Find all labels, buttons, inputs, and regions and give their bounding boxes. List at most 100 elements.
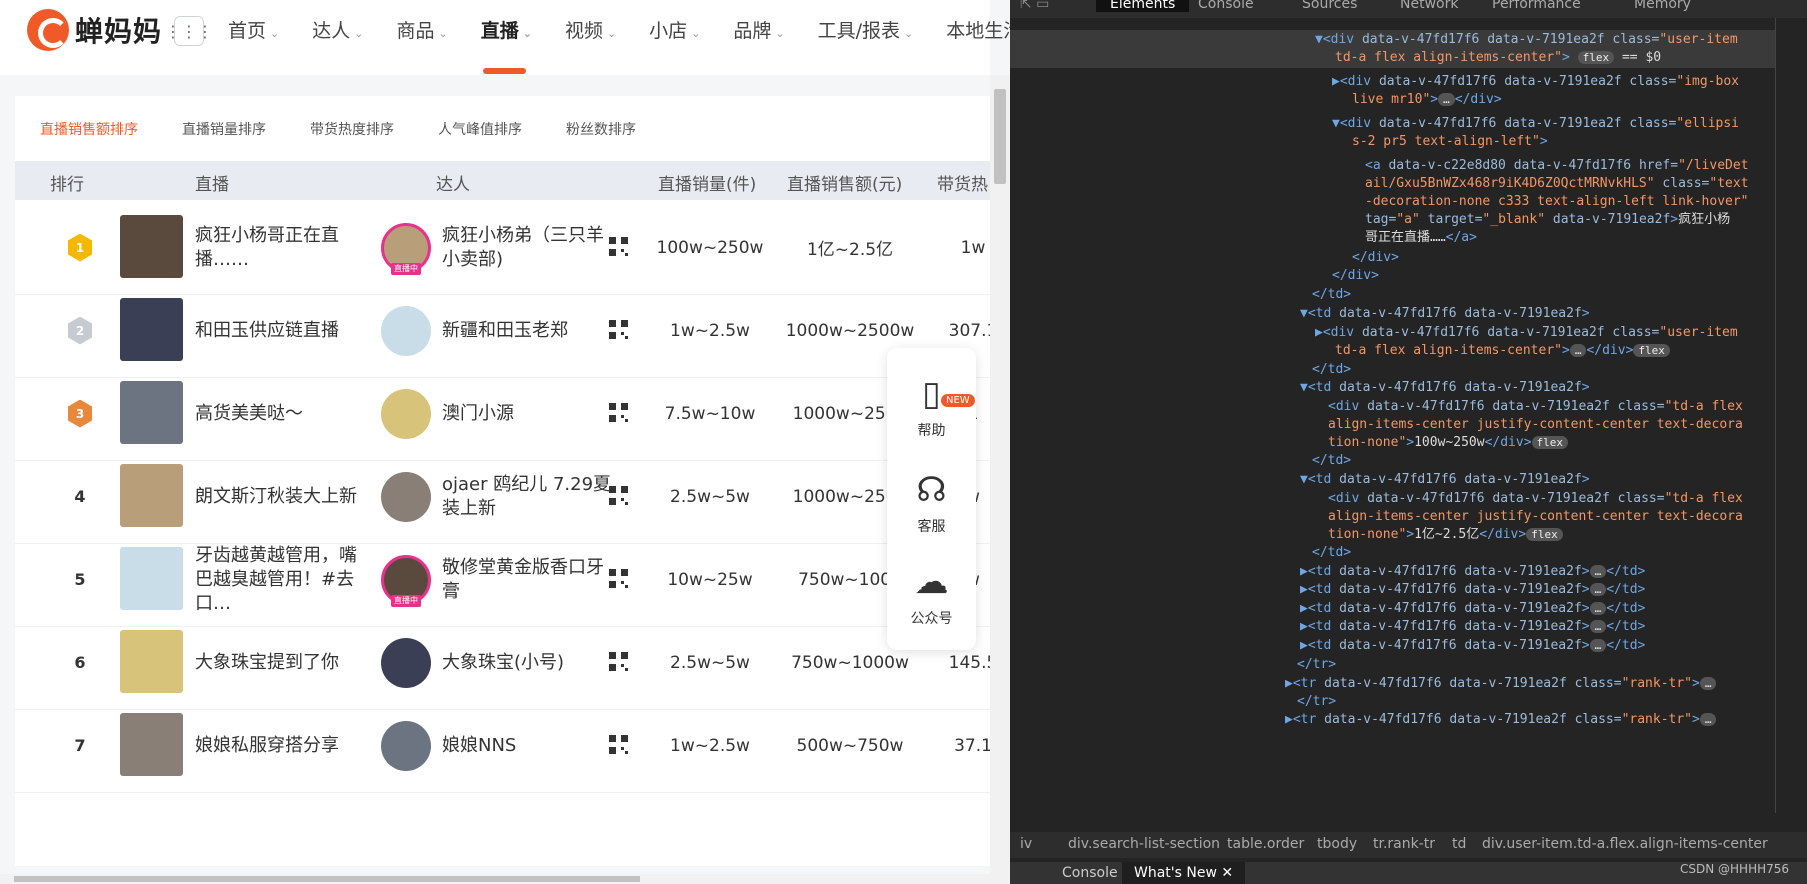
talent-avatar[interactable]: 直播中 [381, 555, 431, 607]
apps-grid-icon[interactable]: ⋮⋮⋮ [165, 16, 213, 46]
nav-talent[interactable]: 达人 ⌄ [312, 16, 363, 43]
qrcode-icon[interactable] [609, 403, 628, 422]
live-title-link[interactable]: 大象珠宝提到了你 [195, 615, 370, 710]
crumb-6[interactable]: div.user-item.td-a.flex.align-items-cent… [1482, 836, 1768, 852]
table-row[interactable]: 5 牙齿越黄越管用，嘴巴越臭越管用！#去口… 直播中 敬修堂黄金版香口牙膏 10… [15, 532, 990, 627]
crumb-2[interactable]: table.order [1227, 836, 1304, 852]
drawer-whats-new[interactable]: What's New ✕ [1122, 862, 1246, 884]
qrcode-icon[interactable] [609, 652, 628, 671]
service-button[interactable]: ☊ 客服 [887, 470, 976, 536]
scroll-thumb[interactable] [994, 89, 1006, 184]
qrcode-icon[interactable] [609, 735, 628, 754]
tab-performance[interactable]: Performance [1492, 0, 1581, 12]
live-cover-image[interactable] [120, 547, 183, 610]
rank-number: 6 [74, 653, 86, 672]
live-cover-image[interactable] [120, 381, 183, 444]
table-row[interactable]: 3 高货美美哒～ 澳门小源 7.5w~10w 1000w~2500 1 [15, 366, 990, 461]
crumb-3[interactable]: tbody [1317, 836, 1357, 852]
avatar [381, 389, 431, 439]
vertical-scrollbar[interactable] [990, 75, 1010, 884]
tab-memory[interactable]: Memory [1634, 0, 1691, 12]
nav-goods[interactable]: 商品 ⌄ [396, 16, 447, 43]
web-page: 蝉妈妈 ⋮⋮⋮ 首页 ⌄ 达人 ⌄ 商品 ⌄ 直播 ⌄ 视频 ⌄ 小店 ⌄ 品牌 ⌄ 工具/报… [0, 0, 1010, 884]
header-live: 直播 [195, 175, 229, 195]
talent-name-link[interactable]: 大象珠宝(小号) [442, 615, 612, 710]
tab-sort-peak[interactable]: 人气峰值排序 [438, 119, 522, 139]
rank-medal-icon: 1 [68, 233, 92, 262]
qrcode-icon[interactable] [609, 569, 628, 588]
crumb-0[interactable]: iv [1020, 836, 1032, 852]
sales-cell: 1w~2.5w [670, 735, 750, 756]
tab-sort-heat[interactable]: 带货热度排序 [310, 119, 394, 139]
tab-sort-amount[interactable]: 直播销售额排序 [40, 119, 138, 139]
nav-local[interactable]: 本地生活⌄ [946, 16, 1010, 43]
dom-tree[interactable]: ▼<div data-v-47fd17f6 data-v-7191ea2f cl… [1010, 18, 1775, 813]
live-title-link[interactable]: 和田玉供应链直播 [195, 283, 370, 378]
qrcode-icon[interactable] [609, 320, 628, 339]
rank-cell: 4 [55, 449, 105, 544]
tab-console[interactable]: Console [1198, 0, 1254, 12]
live-title-link[interactable]: 高货美美哒～ [195, 366, 370, 461]
table-row[interactable]: 6 大象珠宝提到了你 大象珠宝(小号) 2.5w~5w 750w~1000w 1… [15, 615, 997, 710]
drawer-console[interactable]: Console [1062, 865, 1118, 881]
qrcode-icon[interactable] [609, 237, 628, 256]
crumb-4[interactable]: tr.rank-tr [1373, 836, 1435, 852]
table-row[interactable]: 2 和田玉供应链直播 新疆和田玉老郑 1w~2.5w 1000w~2500w 3… [15, 283, 997, 378]
rank-medal-icon: 3 [68, 399, 92, 428]
table-row[interactable]: 1 疯狂小杨哥正在直播…… 直播中 疯狂小杨弟（三只羊小卖部) 100w~250… [15, 200, 990, 295]
table-row[interactable]: 4 朗文斯汀秋装大上新 ojaer 鸥纪儿 7.29夏装上新 2.5w~5w 1… [15, 449, 990, 544]
live-cover-image[interactable] [120, 298, 183, 361]
live-cover-image[interactable] [120, 215, 183, 278]
talent-avatar[interactable] [381, 721, 431, 771]
nav-live[interactable]: 直播 ⌄ [481, 16, 532, 74]
live-title-link[interactable]: 疯狂小杨哥正在直播…… [195, 200, 370, 295]
header-heat[interactable]: 带货热 [937, 170, 988, 195]
nav-video[interactable]: 视频 ⌄ [565, 16, 616, 43]
chevron-down-icon: ⌄ [270, 27, 280, 40]
nav-brand[interactable]: 品牌 ⌄ [733, 16, 784, 43]
live-cover-image[interactable] [120, 630, 183, 693]
talent-avatar[interactable] [381, 638, 431, 688]
sales-cell: 7.5w~10w [664, 403, 756, 424]
crumb-1[interactable]: div.search-list-section [1068, 836, 1220, 852]
talent-avatar[interactable] [381, 389, 431, 439]
talent-name-link[interactable]: 新疆和田玉老郑 [442, 283, 612, 378]
talent-name-link[interactable]: 敬修堂黄金版香口牙膏 [442, 532, 612, 627]
table-row[interactable]: 7 娘娘私服穿搭分享 娘娘NNS 1w~2.5w 500w~750w 37.1 [15, 698, 992, 793]
table-header: 排行 直播 达人 直播销量(件) 直播销售额(元) 带货热 [15, 161, 990, 200]
crumb-5[interactable]: td [1452, 836, 1466, 852]
chevron-down-icon: ⌄ [691, 27, 701, 40]
talent-name-link[interactable]: 澳门小源 [442, 366, 612, 461]
live-cover-image[interactable] [120, 464, 183, 527]
tab-sort-sales[interactable]: 直播销量排序 [182, 119, 266, 139]
live-title-link[interactable]: 娘娘私服穿搭分享 [195, 698, 370, 793]
talent-avatar[interactable] [381, 306, 431, 356]
header-amount[interactable]: 直播销售额(元) [787, 170, 902, 195]
talent-name-link[interactable]: 疯狂小杨弟（三只羊小卖部) [442, 200, 612, 295]
talent-avatar[interactable]: 直播中 [381, 223, 431, 275]
live-title-link[interactable]: 朗文斯汀秋装大上新 [195, 449, 370, 544]
logo[interactable]: 蝉妈妈 [27, 9, 162, 51]
inspect-icon[interactable]: ⇱ ▭ [1020, 0, 1049, 12]
talent-name-link[interactable]: ojaer 鸥纪儿 7.29夏装上新 [442, 449, 612, 544]
header-sales[interactable]: 直播销量(件) [658, 170, 756, 195]
horizontal-scrollbar[interactable] [0, 874, 990, 884]
tab-sources[interactable]: Sources [1302, 0, 1357, 12]
nav-home[interactable]: 首页 ⌄ [228, 16, 279, 43]
avatar [381, 721, 431, 771]
sort-tabs: 直播销售额排序 直播销量排序 带货热度排序 人气峰值排序 粉丝数排序 [15, 96, 990, 161]
wechat-button[interactable]: ☁ 公众号 [887, 562, 976, 628]
tab-elements[interactable]: Elements [1096, 0, 1190, 12]
live-badge: 直播中 [391, 595, 421, 607]
tab-network[interactable]: Network [1400, 0, 1458, 12]
qrcode-icon[interactable] [609, 486, 628, 505]
talent-name-link[interactable]: 娘娘NNS [442, 698, 612, 793]
live-cover-image[interactable] [120, 713, 183, 776]
nav-tools[interactable]: 工具/报表 ⌄ [818, 16, 914, 43]
talent-avatar[interactable] [381, 472, 431, 522]
tab-sort-fans[interactable]: 粉丝数排序 [566, 119, 636, 139]
scroll-thumb[interactable] [14, 876, 640, 882]
live-title-link[interactable]: 牙齿越黄越管用，嘴巴越臭越管用！#去口… [195, 532, 370, 627]
nav-shop[interactable]: 小店 ⌄ [649, 16, 700, 43]
help-button[interactable]: ▯ NEW 帮助 [887, 374, 976, 440]
